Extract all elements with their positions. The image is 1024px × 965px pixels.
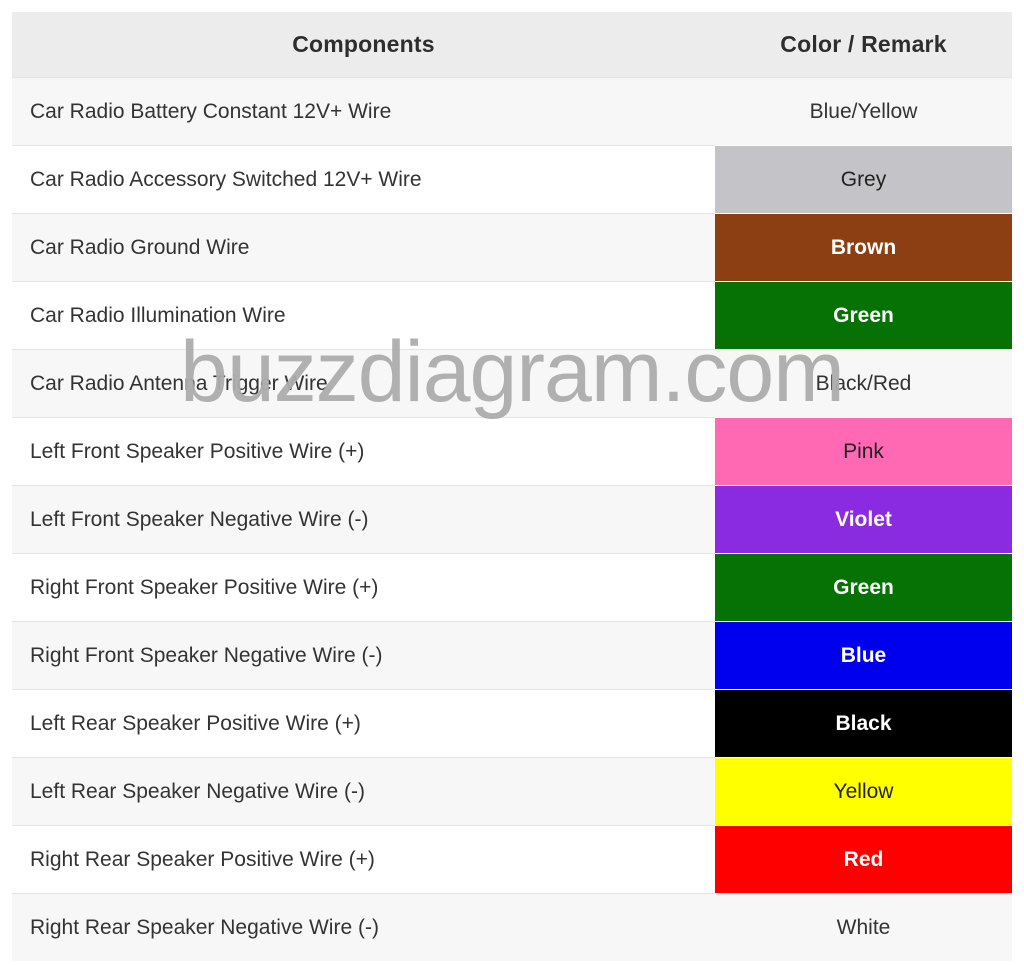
table-body: Car Radio Battery Constant 12V+ Wire Blue… xyxy=(12,77,1012,961)
table-row: Left Rear Speaker Negative Wire (-) Yello… xyxy=(12,757,1012,826)
component-cell: Left Front Speaker Negative Wire (-) xyxy=(12,485,715,554)
table-header-row: Components Color / Remark xyxy=(12,12,1012,78)
wiring-table: Components Color / Remark Car Radio Batt… xyxy=(12,12,1012,961)
column-header-components: Components xyxy=(12,12,715,78)
component-label: Left Rear Speaker Positive Wire (+) xyxy=(30,711,361,735)
color-swatch-cell: Green xyxy=(715,553,1012,622)
component-label: Left Rear Speaker Negative Wire (-) xyxy=(30,779,365,803)
component-label: Car Radio Battery Constant 12V+ Wire xyxy=(30,99,392,123)
color-swatch-cell: Blue/Yellow xyxy=(715,77,1012,146)
component-label: Left Front Speaker Positive Wire (+) xyxy=(30,439,365,463)
component-cell: Right Rear Speaker Negative Wire (-) xyxy=(12,893,715,961)
component-cell: Car Radio Accessory Switched 12V+ Wire xyxy=(12,145,715,214)
color-label: Violet xyxy=(835,507,892,531)
color-label: Black xyxy=(835,711,892,735)
table-row: Car Radio Antenna Trigger Wire Black/Red xyxy=(12,349,1012,418)
component-cell: Left Front Speaker Positive Wire (+) xyxy=(12,417,715,486)
color-label: Yellow xyxy=(833,779,894,803)
table-row: Right Front Speaker Positive Wire (+) Gre… xyxy=(12,553,1012,622)
component-label: Right Front Speaker Negative Wire (-) xyxy=(30,643,383,667)
table-row: Right Rear Speaker Positive Wire (+) Red xyxy=(12,825,1012,894)
color-label: Blue xyxy=(840,643,887,667)
color-swatch-cell: Black xyxy=(715,689,1012,758)
component-cell: Right Rear Speaker Positive Wire (+) xyxy=(12,825,715,894)
component-cell: Car Radio Antenna Trigger Wire xyxy=(12,349,715,418)
component-cell: Left Rear Speaker Positive Wire (+) xyxy=(12,689,715,758)
color-swatch-cell: Green xyxy=(715,281,1012,350)
color-swatch-cell: Black/Red xyxy=(715,349,1012,418)
page-root: buzzdiagram.com Components Color / Remar… xyxy=(0,0,1024,965)
color-swatch-cell: Violet xyxy=(715,485,1012,554)
component-label: Car Radio Illumination Wire xyxy=(30,303,286,327)
color-label: Grey xyxy=(840,167,887,191)
component-cell: Left Rear Speaker Negative Wire (-) xyxy=(12,757,715,826)
component-cell: Car Radio Battery Constant 12V+ Wire xyxy=(12,77,715,146)
component-cell: Right Front Speaker Positive Wire (+) xyxy=(12,553,715,622)
color-swatch-cell: Brown xyxy=(715,213,1012,282)
color-label: Blue/Yellow xyxy=(809,99,918,123)
component-label: Right Rear Speaker Negative Wire (-) xyxy=(30,915,379,939)
color-label: Pink xyxy=(843,439,884,463)
color-label: Black/Red xyxy=(815,371,912,395)
component-label: Car Radio Antenna Trigger Wire xyxy=(30,371,328,395)
component-label: Right Rear Speaker Positive Wire (+) xyxy=(30,847,375,871)
color-swatch-cell: Yellow xyxy=(715,757,1012,826)
color-swatch-cell: Blue xyxy=(715,621,1012,690)
component-cell: Right Front Speaker Negative Wire (-) xyxy=(12,621,715,690)
color-swatch-cell: Grey xyxy=(715,145,1012,214)
wiring-table-container: Components Color / Remark Car Radio Batt… xyxy=(12,12,1012,961)
table-row: Right Front Speaker Negative Wire (-) Blu… xyxy=(12,621,1012,690)
color-label: Brown xyxy=(830,235,897,259)
table-row: Car Radio Illumination Wire Green xyxy=(12,281,1012,350)
component-label: Car Radio Accessory Switched 12V+ Wire xyxy=(30,167,422,191)
table-row: Car Radio Battery Constant 12V+ Wire Blue… xyxy=(12,77,1012,146)
component-cell: Car Radio Ground Wire xyxy=(12,213,715,282)
color-swatch-cell: Red xyxy=(715,825,1012,894)
color-swatch-cell: Pink xyxy=(715,417,1012,486)
table-row: Left Rear Speaker Positive Wire (+) Black xyxy=(12,689,1012,758)
table-row: Car Radio Ground Wire Brown xyxy=(12,213,1012,282)
color-label: Red xyxy=(843,847,884,871)
component-label: Left Front Speaker Negative Wire (-) xyxy=(30,507,369,531)
color-label: White xyxy=(836,915,891,939)
color-swatch-cell: White xyxy=(715,893,1012,961)
table-row: Right Rear Speaker Negative Wire (-) Whit… xyxy=(12,893,1012,961)
table-row: Left Front Speaker Negative Wire (-) Viol… xyxy=(12,485,1012,554)
table-header: Components Color / Remark xyxy=(12,12,1012,78)
table-row: Car Radio Accessory Switched 12V+ Wire Gr… xyxy=(12,145,1012,214)
component-label: Right Front Speaker Positive Wire (+) xyxy=(30,575,379,599)
color-label: Green xyxy=(833,575,894,599)
color-label: Green xyxy=(833,303,894,327)
component-cell: Car Radio Illumination Wire xyxy=(12,281,715,350)
component-label: Car Radio Ground Wire xyxy=(30,235,250,259)
table-row: Left Front Speaker Positive Wire (+) Pink xyxy=(12,417,1012,486)
column-header-color-remark: Color / Remark xyxy=(715,12,1012,78)
